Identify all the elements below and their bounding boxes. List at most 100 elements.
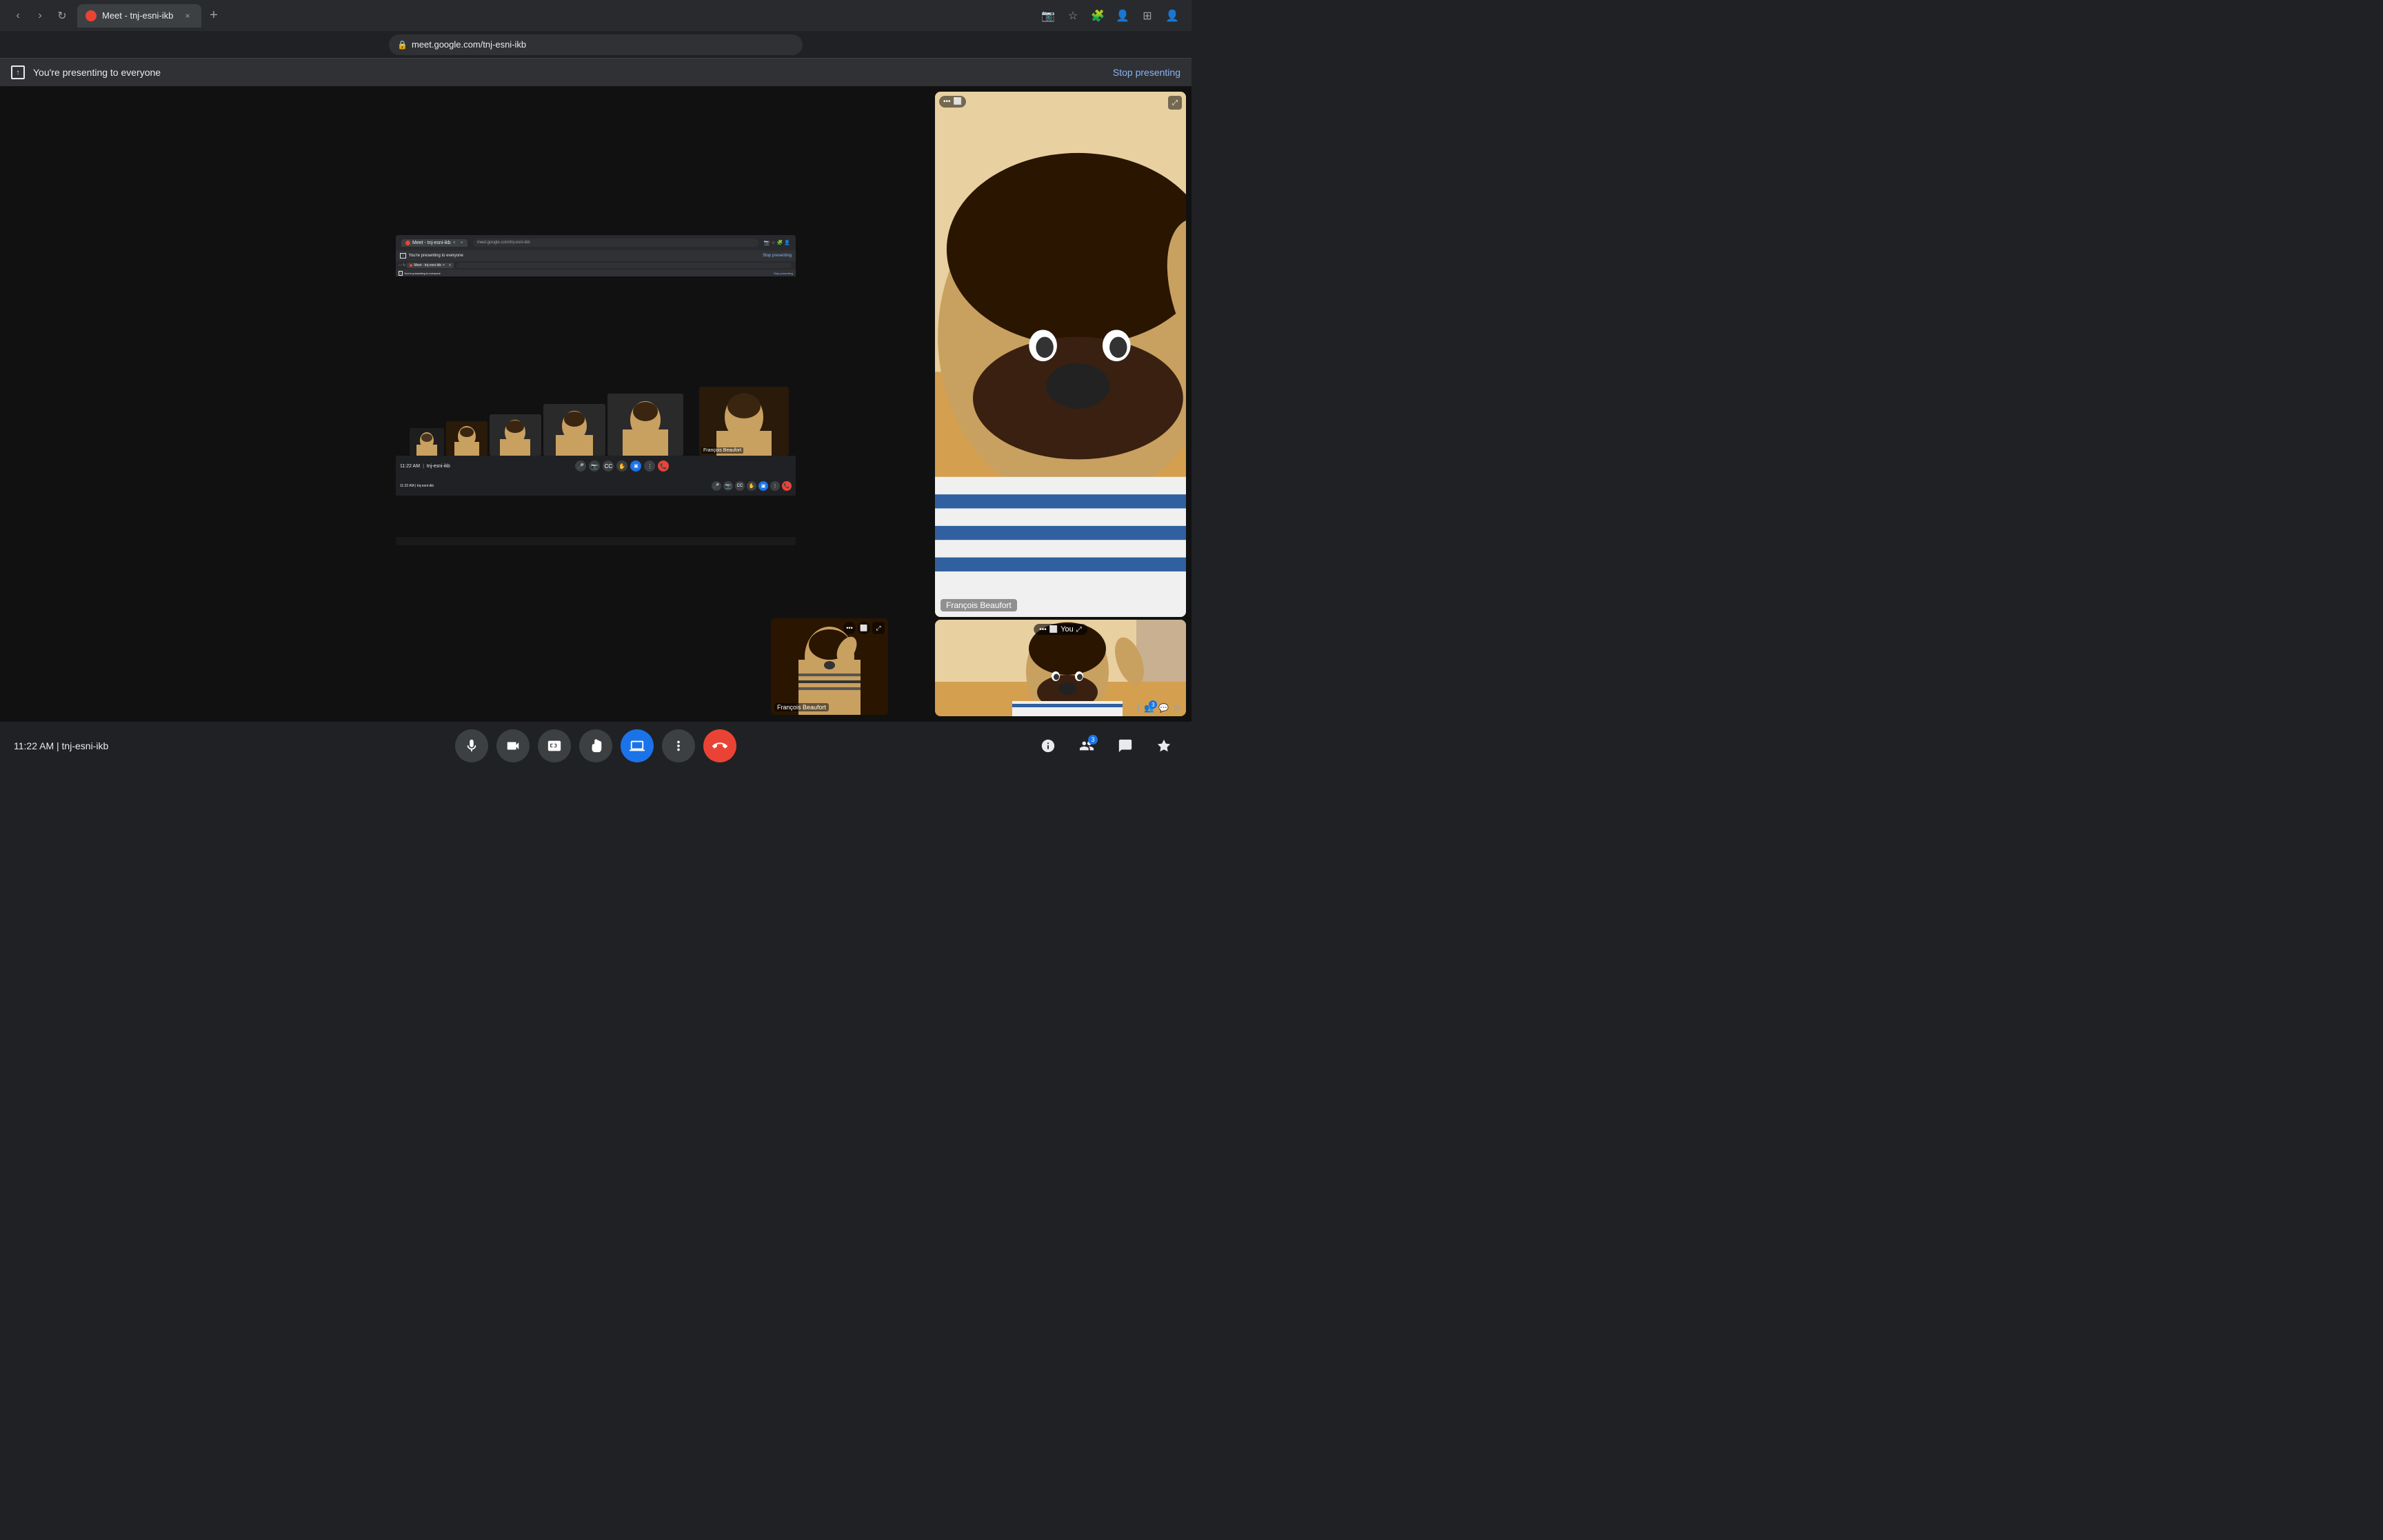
reload-button[interactable]: ↻ (52, 6, 72, 26)
activities-icon (1156, 738, 1172, 753)
float-pip-md[interactable]: ⬜ (858, 622, 870, 634)
time-separator: | (57, 740, 62, 751)
bookmark-btn[interactable]: ☆ (1062, 5, 1084, 27)
mini-plus: + (449, 263, 451, 267)
mini-separator: | (423, 464, 424, 469)
end-call-icon (712, 738, 727, 753)
francois-more-btn[interactable]: ••• (943, 98, 951, 105)
activities-button[interactable] (1150, 732, 1178, 760)
micro-thumb-3 (490, 414, 541, 456)
main-content: Meet - tnj-esni-ikb × + meet.google.com/… (0, 86, 1192, 770)
people-button[interactable]: 3 (1073, 732, 1100, 760)
nested-hand: ✋ (747, 481, 756, 491)
split-screen-btn[interactable]: ⊞ (1136, 5, 1158, 27)
presentation-banner: ↑ You're presenting to everyone Stop pre… (0, 59, 1192, 86)
nested-toolbar-icons: 📷 ☆ 🧩 👤 (764, 240, 790, 245)
float-more-md[interactable]: ••• (843, 622, 856, 634)
info-button[interactable] (1034, 732, 1062, 760)
camera-icon-btn[interactable]: 📷 (1037, 5, 1059, 27)
browser-tab-bar: ‹ › ↻ Meet - tnj-esni-ikb × + 📷 ☆ 🧩 👤 ⊞ … (0, 0, 1192, 31)
browser-toolbar: 📷 ☆ 🧩 👤 ⊞ 👤 (1037, 5, 1183, 27)
medium-tile-1: François Beaufort (699, 387, 789, 456)
account-btn[interactable]: 👤 (1161, 5, 1183, 27)
mic-button[interactable] (455, 729, 488, 762)
you-expand-btn[interactable]: ⤢ (1076, 626, 1082, 634)
camera-button[interactable] (496, 729, 530, 762)
address-bar[interactable]: 🔒 meet.google.com/tnj-esni-ikb (389, 34, 803, 55)
medium-participants: François Beaufort (699, 387, 789, 456)
mini-mic-btn: 🎤 (575, 460, 586, 472)
self-activities-btn[interactable]: ⚙ (1173, 703, 1180, 713)
nested-stop-btn: Stop presenting (763, 254, 792, 258)
chat-button[interactable] (1112, 732, 1139, 760)
forward-button[interactable]: › (30, 6, 50, 26)
stop-presenting-button[interactable]: Stop presenting (1113, 67, 1180, 78)
raise-hand-button[interactable] (579, 729, 612, 762)
captions-button[interactable] (538, 729, 571, 762)
more-options-icon (671, 738, 686, 753)
more-options-button[interactable] (662, 729, 695, 762)
nested-address-bar: meet.google.com/tnj-esni-ikb (473, 239, 758, 247)
mini-present-btn: ▣ (630, 460, 641, 472)
new-tab-button[interactable]: + (204, 6, 223, 26)
main-controls (455, 729, 736, 762)
mini-ctrl-group: 🎤 📷 CC ✋ ▣ ⋮ 📞 (453, 460, 792, 472)
mini-time: 11:22 AM (400, 464, 420, 469)
francois-top-controls: ••• ⬜ (939, 96, 966, 108)
nav-buttons: ‹ › ↻ (8, 6, 72, 26)
float-expand-md[interactable]: ⤢ (872, 622, 885, 634)
nested-new-tab: + (461, 241, 463, 245)
micro-thumb-4 (543, 404, 605, 456)
nested-time: 11:22 AM | tnj-esni-ikb (400, 484, 434, 488)
profile-btn[interactable]: 👤 (1112, 5, 1134, 27)
float-label-md: François Beaufort (774, 703, 829, 711)
mini-cam-btn: 📷 (589, 460, 600, 472)
mini-hand-btn: ✋ (616, 460, 627, 472)
nested-tab-close: × (453, 241, 456, 245)
screen-preview: Meet - tnj-esni-ikb × + meet.google.com/… (396, 235, 796, 545)
screen-share-area: Meet - tnj-esni-ikb × + meet.google.com/… (0, 86, 1192, 722)
nested-more: ⋮ (770, 481, 780, 491)
nested-controls: 🎤 📷 CC ✋ ▣ ⋮ 📞 (712, 481, 792, 491)
francois-pip-btn[interactable]: ⬜ (954, 98, 962, 105)
francois-face-main (935, 92, 1186, 617)
presenting-text: You're presenting to everyone (33, 67, 161, 78)
micro-thumb-5 (607, 394, 683, 456)
extensions-btn[interactable]: 🧩 (1087, 5, 1109, 27)
mini-participant-strip (410, 394, 683, 456)
mini-more-btn: ⋮ (644, 460, 655, 472)
mini-nav: ‹ › ↻ Meet - tnj-esni-ikb × + (396, 261, 796, 270)
people-badge: 3 (1149, 700, 1157, 709)
nested-url: meet.google.com/tnj-esni-ikb (477, 241, 530, 245)
mic-icon (464, 738, 479, 753)
deep-content: François Beaufort 11:22 AM | tnj-esni-ik… (396, 276, 796, 476)
francois-expand-btn[interactable]: ⤢ (1168, 96, 1182, 110)
present-button[interactable] (621, 729, 654, 762)
nested-cam: 📷 (723, 481, 733, 491)
micro-face-svg-2 (446, 421, 487, 456)
lock-icon: 🔒 (397, 40, 408, 50)
nested-banner-icon: ↑ (400, 253, 406, 259)
tab-close-button[interactable]: × (182, 10, 193, 21)
nested-present: ▣ (758, 481, 768, 491)
nested-bottom-bar: 11:22 AM | tnj-esni-ikb 🎤 📷 CC ✋ ▣ ⋮ 📞 (396, 476, 796, 496)
micro-thumb-1 (410, 428, 444, 456)
end-call-button[interactable] (703, 729, 736, 762)
float-tile-francois-md: François Beaufort ••• ⬜ ⤢ (771, 618, 888, 715)
active-tab[interactable]: Meet - tnj-esni-ikb × (77, 4, 201, 28)
self-people-btn[interactable]: 👥 3 (1144, 703, 1154, 713)
nested-mic: 🎤 (712, 481, 721, 491)
tab-title: Meet - tnj-esni-ikb (102, 10, 177, 21)
mini-close: × (443, 263, 445, 267)
self-chat-btn[interactable]: 💬 (1158, 703, 1169, 713)
camera-icon (505, 738, 521, 753)
micro-face-1 (410, 428, 444, 456)
nested-tab: Meet - tnj-esni-ikb × + (401, 239, 467, 247)
meeting-time-label: 11:22 AM | tnj-esni-ikb (14, 740, 108, 751)
mini-bottom-controls: 11:22 AM | tnj-esni-ikb 🎤 📷 CC ✋ ▣ ⋮ 📞 (396, 456, 796, 476)
self-info-btn[interactable]: ℹ (1137, 703, 1140, 713)
nested-favicon (405, 241, 410, 245)
back-button[interactable]: ‹ (8, 6, 28, 26)
micro-face-svg-5 (607, 394, 683, 456)
chat-icon (1118, 738, 1133, 753)
